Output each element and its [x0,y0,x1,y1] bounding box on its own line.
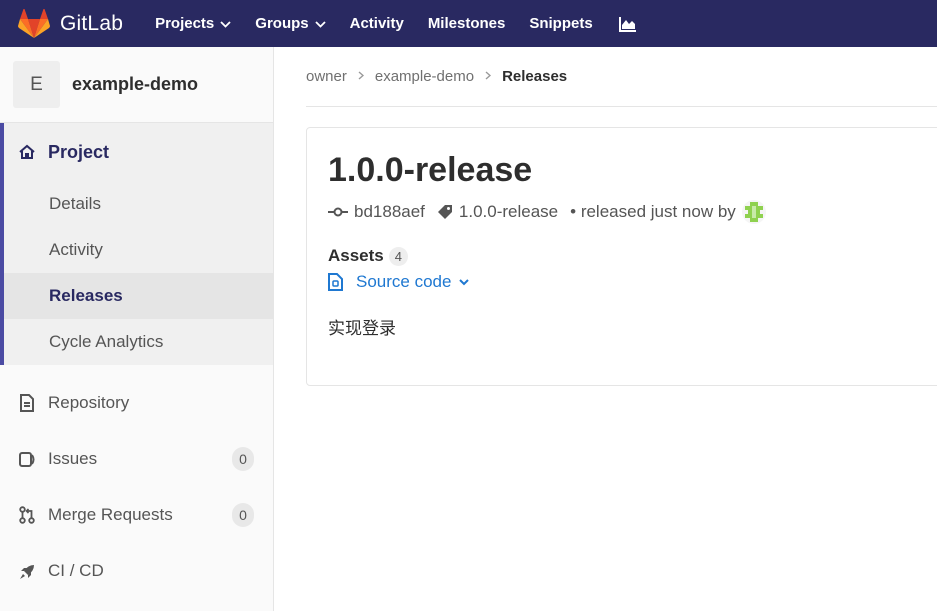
nav-label: Groups [255,15,309,32]
sidebar-subitem-label: Releases [49,286,123,305]
chevron-down-icon [459,278,470,286]
source-code-label: Source code [356,272,452,291]
nav-label: Activity [349,15,404,32]
breadcrumb: owner example-demo Releases [306,58,937,107]
nav-label: Projects [155,15,215,32]
sidebar-subitem-activity[interactable]: Activity [4,227,273,273]
sidebar-item-label: CI / CD [48,561,104,580]
assets-header: Assets 4 [328,246,937,266]
project-avatar: E [13,61,60,108]
release-title: 1.0.0-release [328,151,533,189]
gitlab-logo-icon [18,8,50,39]
sidebar-subitem-cycle-analytics[interactable]: Cycle Analytics [4,319,273,365]
rocket-icon [19,563,37,580]
sidebar-item-issues[interactable]: Issues 0 [0,431,273,487]
author-avatar[interactable] [741,200,766,224]
project-context[interactable]: E example-demo [0,47,273,123]
breadcrumb-project[interactable]: example-demo [375,68,474,85]
assets-count-badge: 4 [388,246,408,266]
tag-name-link[interactable]: 1.0.0-release [459,202,558,222]
chart-icon[interactable] [618,16,637,32]
sidebar-item-label: Merge Requests [48,505,173,524]
commit-sha-link[interactable]: bd188aef [354,202,425,222]
sidebar-item-label: Repository [48,393,130,412]
sidebar-item-project[interactable]: Project [4,123,273,181]
nav-snippets[interactable]: Snippets [529,15,592,32]
chevron-down-icon [220,15,231,32]
home-icon [18,144,38,160]
sidebar-subitem-releases[interactable]: Releases [4,273,273,319]
nav-activity[interactable]: Activity [350,15,404,32]
tag-icon [437,204,453,220]
file-zip-icon [328,273,343,291]
source-code-dropdown[interactable]: Source code [328,272,937,292]
merge-request-icon [19,506,37,524]
project-name: example-demo [72,74,199,94]
nav-groups[interactable]: Groups [255,15,326,32]
sidebar-subitem-label: Activity [49,240,103,259]
breadcrumb-current[interactable]: Releases [502,68,567,85]
issues-icon [19,451,37,468]
chevron-right-icon [358,69,364,83]
sidebar-subitem-label: Details [49,194,101,213]
sidebar-item-label: Project [48,141,110,162]
gitlab-home-link[interactable]: GitLab [18,8,124,39]
merge-requests-count-badge: 0 [232,503,254,527]
nav-label: Milestones [427,15,506,32]
issues-count-badge: 0 [232,447,254,471]
top-navbar: GitLab Projects Groups Activity Mileston… [0,0,937,47]
document-icon [19,394,37,412]
nav-projects[interactable]: Projects [155,15,231,32]
nav-milestones[interactable]: Milestones [428,15,506,32]
nav-label: Snippets [529,15,593,32]
brand-name: GitLab [60,11,124,35]
sidebar-subitem-label: Cycle Analytics [49,332,164,351]
released-text: • released just now by [570,202,736,221]
chevron-down-icon [314,15,326,32]
sidebar-item-label: Issues [48,449,98,468]
assets-label: Assets [328,246,384,265]
sidebar-item-ci-cd[interactable]: CI / CD [0,543,273,599]
chevron-right-icon [485,69,492,83]
release-meta: bd188aef 1.0.0-release • released just n… [328,200,937,224]
sidebar: E example-demo Project Details Activity … [0,47,274,611]
sidebar-subitem-details[interactable]: Details [4,181,273,227]
commit-icon [328,206,348,218]
breadcrumb-owner[interactable]: owner [306,68,347,85]
sidebar-section-project: Project Details Activity Releases Cycle … [0,123,273,365]
release-card: 1.0.0-release bd188aef 1.0.0-release • r… [306,127,937,386]
release-description: 实现登录 [328,319,396,338]
sidebar-item-merge-requests[interactable]: Merge Requests 0 [0,487,273,543]
sidebar-item-repository[interactable]: Repository [0,375,273,431]
